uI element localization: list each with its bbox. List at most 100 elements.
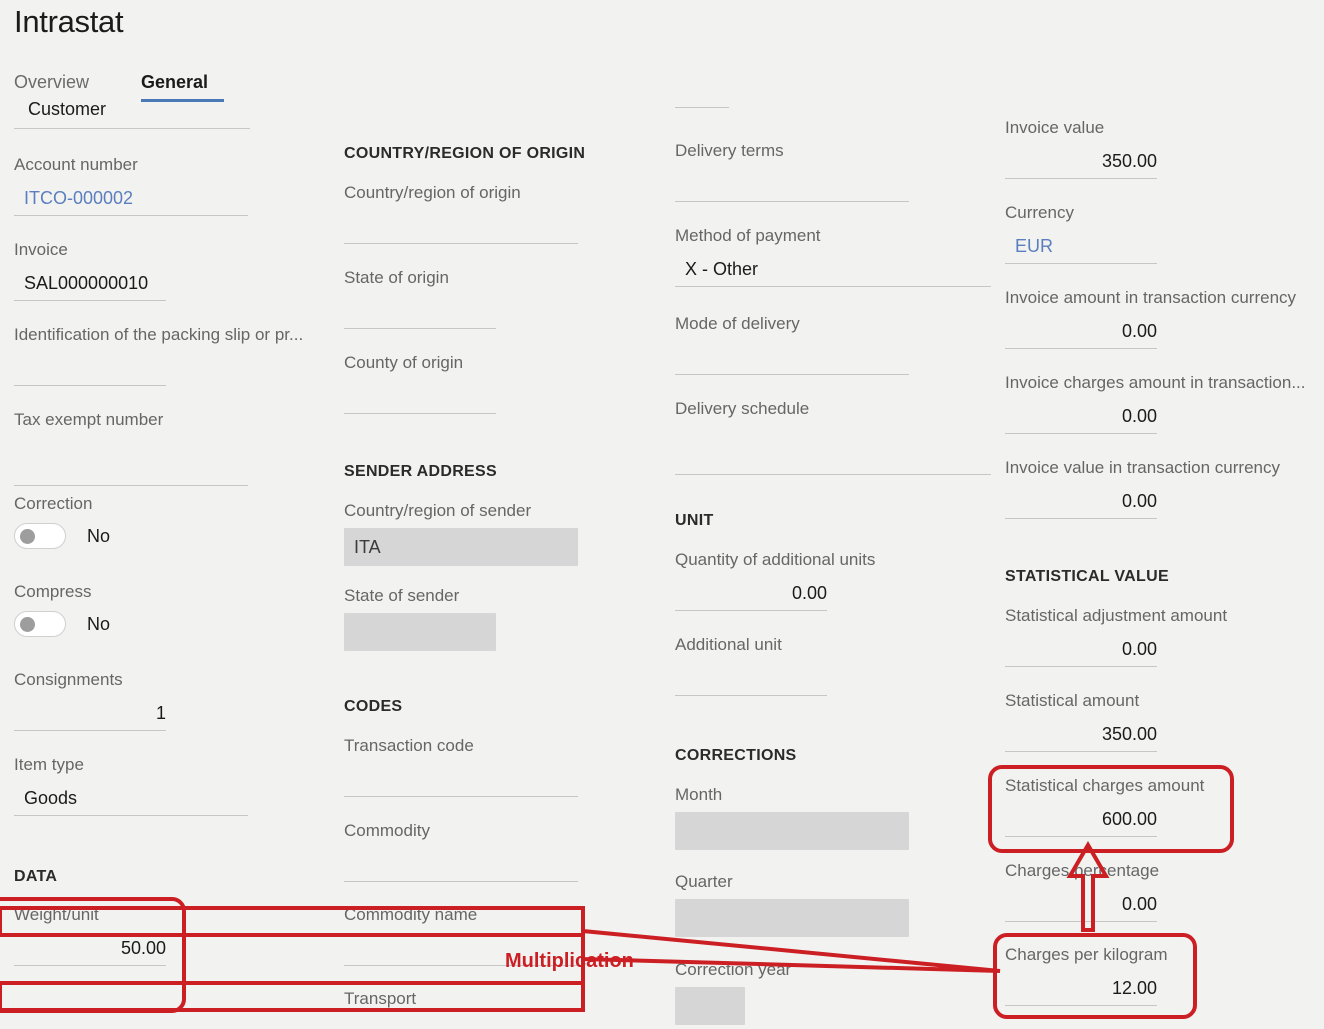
field-mode-of-delivery[interactable]: Mode of delivery <box>675 314 909 375</box>
field-state-of-origin[interactable]: State of origin <box>344 268 496 329</box>
field-quantity-of-additional-units[interactable]: Quantity of additional units 0.00 <box>675 550 875 611</box>
field-consignments[interactable]: Consignments 1 <box>14 670 166 731</box>
field-underline <box>675 374 909 375</box>
field-label: Weight/unit <box>14 905 99 924</box>
field-delivery-schedule[interactable]: Delivery schedule <box>675 399 991 475</box>
field-invoice[interactable]: Invoice SAL000000010 <box>14 240 248 301</box>
field-value[interactable]: 0.00 <box>1005 319 1163 343</box>
field-value[interactable] <box>344 384 496 408</box>
field-value[interactable]: 600.00 <box>1005 807 1163 831</box>
toggle-knob <box>20 529 35 544</box>
field-value[interactable]: 0.00 <box>1005 404 1163 428</box>
field-statistical-charges-amount[interactable]: Statistical charges amount 600.00 <box>1005 776 1239 837</box>
field-value[interactable]: ITA <box>344 528 578 566</box>
field-country-region-of-sender[interactable]: Country/region of sender ITA <box>344 501 578 566</box>
field-tax-exempt-number[interactable]: Tax exempt number <box>14 410 248 486</box>
field-value[interactable]: 0.00 <box>1005 892 1163 916</box>
field-underline <box>675 474 991 475</box>
field-label: Statistical amount <box>1005 691 1140 710</box>
field-label: Item type <box>14 755 84 774</box>
field-additional-unit[interactable]: Additional unit <box>675 635 827 696</box>
field-value[interactable]: 350.00 <box>1005 722 1163 746</box>
field-value[interactable]: 1 <box>14 701 172 725</box>
field-value[interactable] <box>344 852 578 876</box>
tab-general[interactable]: General <box>141 72 208 93</box>
correction-toggle[interactable] <box>14 523 66 549</box>
field-method-of-payment[interactable]: Method of payment X - Other <box>675 226 991 287</box>
field-value[interactable]: X - Other <box>675 257 991 281</box>
field-invoice-amount-in-transaction-currency[interactable]: Invoice amount in transaction currency 0… <box>1005 288 1311 349</box>
field-delivery-terms[interactable]: Delivery terms <box>675 141 909 202</box>
field-quarter[interactable]: Quarter <box>675 872 909 937</box>
field-account-number[interactable]: Account number ITCO-000002 <box>14 155 248 216</box>
field-label: Mode of delivery <box>675 314 800 333</box>
field-charges-percentage[interactable]: Charges percentage 0.00 <box>1005 861 1239 922</box>
field-label: State of origin <box>344 268 449 287</box>
field-value[interactable] <box>675 430 991 454</box>
compress-toggle[interactable] <box>14 611 66 637</box>
field-value[interactable]: EUR <box>1005 234 1157 258</box>
field-label: Commodity name <box>344 905 478 924</box>
field-value[interactable] <box>675 666 827 690</box>
field-value[interactable]: 12.00 <box>1005 976 1163 1000</box>
field-transaction-code[interactable]: Transaction code <box>344 736 578 797</box>
field-label: Month <box>675 785 723 804</box>
field-label: Country/region of sender <box>344 501 532 520</box>
field-value[interactable]: 50.00 <box>14 936 172 960</box>
tab-overview[interactable]: Overview <box>14 72 89 93</box>
field-underline <box>675 610 827 611</box>
field-value[interactable] <box>344 214 578 238</box>
field-compress[interactable]: Compress No <box>14 582 110 637</box>
field-value[interactable] <box>14 356 324 380</box>
field-label: Invoice charges amount in transaction... <box>1005 373 1306 392</box>
field-value[interactable] <box>675 812 909 850</box>
field-underline <box>1005 348 1157 349</box>
field-invoice-value[interactable]: Invoice value 350.00 <box>1005 118 1157 179</box>
toggle-state-label: No <box>87 613 111 634</box>
field-underline <box>14 965 166 966</box>
field-value[interactable] <box>675 345 909 369</box>
field-value[interactable]: Goods <box>14 786 248 810</box>
field-value[interactable] <box>344 613 496 651</box>
field-value[interactable] <box>675 987 745 1025</box>
field-value[interactable] <box>14 441 248 465</box>
field-county-of-origin[interactable]: County of origin <box>344 353 496 414</box>
field-label: Delivery schedule <box>675 399 810 418</box>
field-value[interactable] <box>675 899 909 937</box>
field-transport[interactable]: Transport <box>344 989 578 1009</box>
field-value[interactable]: 0.00 <box>675 581 833 605</box>
field-charges-per-kilogram[interactable]: Charges per kilogram 12.00 <box>1005 945 1239 1006</box>
field-country-region-of-origin[interactable]: Country/region of origin <box>344 183 578 244</box>
field-underline <box>675 286 991 287</box>
field-statistical-amount[interactable]: Statistical amount 350.00 <box>1005 691 1239 752</box>
field-currency[interactable]: Currency EUR <box>1005 203 1157 264</box>
field-label: Tax exempt number <box>14 410 164 429</box>
section-heading-unit: UNIT <box>675 512 714 529</box>
field-value[interactable]: ITCO-000002 <box>14 186 248 210</box>
field-value[interactable]: 0.00 <box>1005 489 1163 513</box>
field-value[interactable]: 0.00 <box>1005 637 1163 661</box>
field-correction[interactable]: Correction No <box>14 494 110 549</box>
field-state-of-sender[interactable]: State of sender <box>344 586 496 651</box>
field-value[interactable]: 350.00 <box>1005 149 1163 173</box>
field-value[interactable] <box>675 172 909 196</box>
field-underline <box>1005 1005 1157 1006</box>
field-value[interactable] <box>344 767 578 791</box>
field-commodity[interactable]: Commodity <box>344 821 578 882</box>
field-value[interactable] <box>344 299 496 323</box>
field-invoice-value-in-transaction-currency[interactable]: Invoice value in transaction currency 0.… <box>1005 458 1311 519</box>
section-heading-country-region-of-origin: COUNTRY/REGION OF ORIGIN <box>344 145 586 162</box>
field-statistical-adjustment-amount[interactable]: Statistical adjustment amount 0.00 <box>1005 606 1239 667</box>
field-label: Correction year <box>675 960 792 979</box>
field-packing-slip-identification[interactable]: Identification of the packing slip or pr… <box>14 325 324 386</box>
field-label: Delivery terms <box>675 141 784 160</box>
field-invoice-charges-amount-in-transaction-currency[interactable]: Invoice charges amount in transaction...… <box>1005 373 1311 434</box>
field-weight-per-unit[interactable]: Weight/unit 50.00 <box>14 905 166 966</box>
field-value[interactable]: SAL000000010 <box>14 271 248 295</box>
field-month[interactable]: Month <box>675 785 909 850</box>
field-correction-year[interactable]: Correction year <box>675 960 792 1025</box>
field-underline <box>1005 666 1157 667</box>
field-item-type[interactable]: Item type Goods <box>14 755 248 816</box>
field-underline <box>344 328 496 329</box>
field-label: Invoice amount in transaction currency <box>1005 288 1297 307</box>
